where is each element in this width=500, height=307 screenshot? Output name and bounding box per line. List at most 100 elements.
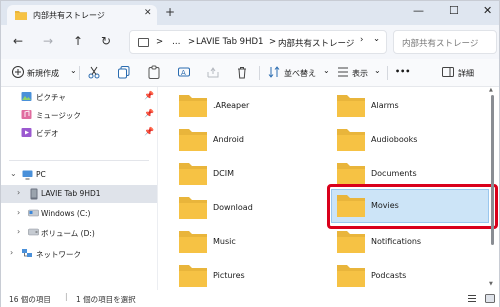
sort-label: 並べ替え [284,69,316,78]
share-button[interactable] [206,65,220,81]
computer-icon [22,170,33,180]
breadcrumb-device[interactable]: LAVIE Tab 9HD1 [196,37,263,47]
sidebar-item-windows-drive[interactable]: › Windows (C:) [1,205,157,223]
folder-icon [179,163,207,185]
search-box[interactable]: 内部共有ストレージ [393,30,497,54]
pin-icon: 📌 [144,91,154,100]
divider [9,160,149,161]
chevron-right-icon[interactable]: › [17,227,20,236]
folder-item[interactable]: Alarms [336,89,494,123]
folder-icon [15,11,27,20]
folder-icon [337,163,365,185]
chevron-down-icon: ⌄ [374,66,381,75]
sidebar-item-videos[interactable]: ビデオ 📌 [1,124,157,142]
folder-name: Pictures [213,271,245,280]
breadcrumb-storage[interactable]: 内部共有ストレージ [278,37,354,49]
new-button[interactable]: 新規作成 ⌄ [11,65,77,81]
folder-item[interactable]: Android [178,123,336,157]
sidebar-item-label: Windows (C:) [41,209,91,218]
chevron-right-icon[interactable]: › [17,208,20,217]
sort-icon [268,66,280,78]
folder-icon [179,265,207,287]
rename-button[interactable]: A [177,65,191,81]
folder-name: Download [213,203,253,212]
copy-button[interactable] [117,65,131,81]
up-arrow-icon[interactable]: ↑ [73,35,83,47]
more-options-button[interactable]: ••• [395,65,411,81]
navigation-pane: ピクチャ 📌 ミュージック 📌 ビデオ 📌 ⌄ PC › LAVIE Tab 9… [1,87,157,290]
title-bar: 内部共有ストレージ ✕ + — ☐ ✕ [1,1,499,25]
command-bar: 新規作成 ⌄ A 並べ替え ⌄ 表示 ⌄ ••• 詳細 [1,59,499,87]
details-view-icon[interactable] [467,294,477,303]
cut-button[interactable] [87,65,101,81]
breadcrumb-more[interactable]: … [172,37,181,47]
sidebar-item-network[interactable]: › ネットワーク [1,245,157,263]
pictures-icon [21,92,32,101]
folder-icon [179,95,207,117]
scroll-up-icon[interactable]: ▲ [489,87,493,93]
music-icon [21,110,32,119]
sidebar-item-volume-d[interactable]: › ボリューム (D:) [1,224,157,242]
scroll-down-icon[interactable]: ▼ [489,281,493,287]
drive-icon [28,209,39,217]
divider [387,66,388,80]
chevron-right-icon[interactable]: › [17,188,20,197]
plus-circle-icon [12,66,24,78]
address-dropdown-icon[interactable]: ⌄ [373,34,380,44]
item-count: 16 個の項目 [9,295,51,304]
highlight-annotation [327,184,498,229]
tab-internal-storage[interactable]: 内部共有ストレージ ✕ [7,5,157,25]
folder-icon [337,265,365,287]
close-window-button[interactable]: ✕ [483,5,492,17]
clipboard-icon [148,65,160,79]
more-icon: ••• [395,67,411,76]
folder-item[interactable]: Music [178,225,336,259]
address-bar[interactable]: > … > LAVIE Tab 9HD1 > 内部共有ストレージ › ⌄ [129,30,387,54]
back-arrow-icon[interactable]: ← [13,35,23,47]
minimize-button[interactable]: — [413,5,424,17]
folder-item[interactable]: Download [178,191,336,225]
folder-item[interactable]: Audiobooks [336,123,494,157]
view-list-icon [338,67,348,77]
folder-item[interactable]: Pictures [178,259,336,293]
sidebar-item-pc[interactable]: ⌄ PC [1,166,157,184]
folder-name: Notifications [371,237,422,246]
chevron-right-icon[interactable]: › [10,248,13,257]
folder-name: Podcasts [371,271,407,280]
refresh-icon[interactable]: ↻ [101,35,111,47]
paste-button[interactable] [147,65,161,81]
sidebar-item-pictures[interactable]: ピクチャ 📌 [1,88,157,106]
selection-count: 1 個の項目を選択 [76,295,136,304]
new-tab-button[interactable]: + [165,6,175,18]
folder-item[interactable]: .AReaper [178,89,336,123]
view-label: 表示 [352,69,368,78]
breadcrumb-separator: > [269,37,277,47]
status-bar: 16 個の項目 | 1 個の項目を選択 [1,290,499,307]
scrollbar-thumb[interactable] [491,95,494,245]
search-placeholder: 内部共有ストレージ [402,39,479,49]
sort-button[interactable]: 並べ替え ⌄ [267,65,333,81]
sidebar-item-lavie-tab[interactable]: › LAVIE Tab 9HD1 [1,185,157,203]
sidebar-item-music[interactable]: ミュージック 📌 [1,106,157,124]
folder-item[interactable]: DCIM [178,157,336,191]
address-row: ← → ↑ ↻ > … > LAVIE Tab 9HD1 > 内部共有ストレージ… [1,25,499,59]
folder-name: Android [213,135,244,144]
maximize-button[interactable]: ☐ [449,5,459,17]
computer-icon [138,38,149,47]
folder-name: Documents [371,169,417,178]
divider [79,66,80,80]
chevron-down-icon: ⌄ [70,66,77,75]
delete-button[interactable] [235,65,249,81]
forward-arrow-icon[interactable]: → [43,35,53,47]
new-label: 新規作成 [27,69,59,78]
folder-icon [337,95,365,117]
folder-item[interactable]: Podcasts [336,259,494,293]
sidebar-item-label: ボリューム (D:) [41,229,95,238]
close-tab-icon[interactable]: ✕ [144,8,152,18]
folder-item[interactable]: Notifications [336,225,494,259]
chevron-expanded-icon[interactable]: ⌄ [10,169,17,178]
folder-name: Audiobooks [371,135,418,144]
details-button[interactable]: 詳細 [441,65,489,81]
view-button[interactable]: 表示 ⌄ [336,65,386,81]
tiles-view-icon[interactable] [485,294,495,303]
